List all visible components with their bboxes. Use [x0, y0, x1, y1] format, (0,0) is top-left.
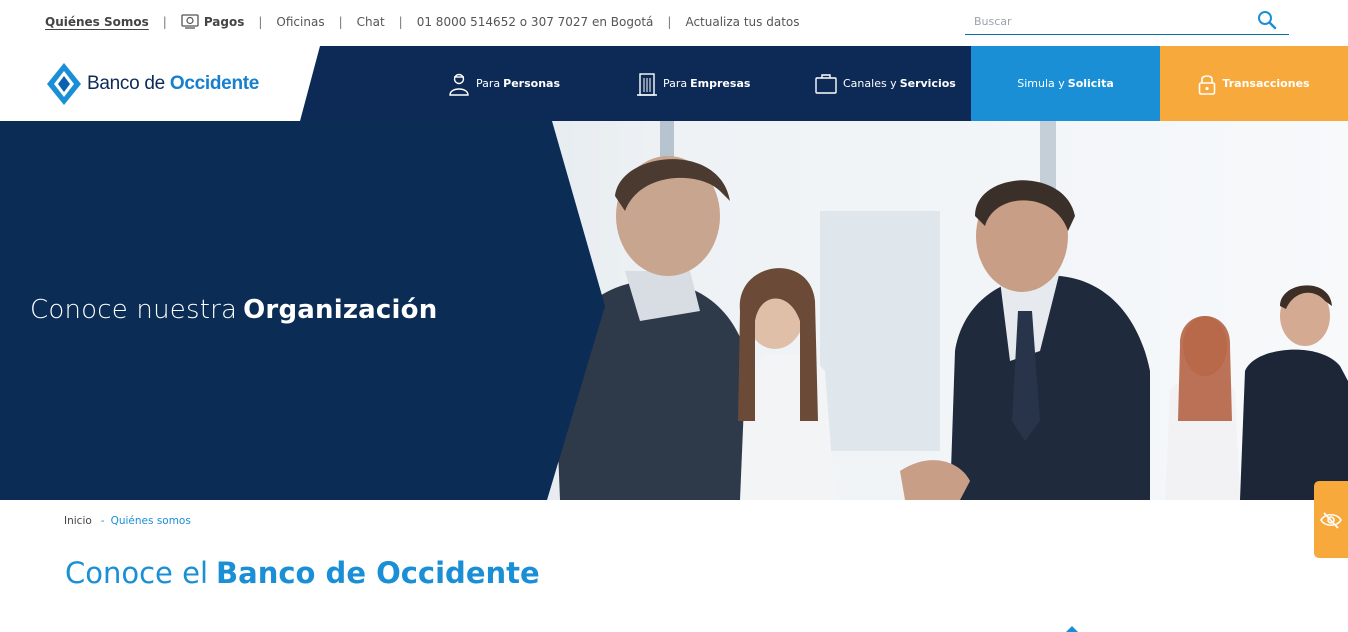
nav-transacciones[interactable]: Transacciones [1160, 46, 1348, 121]
nav-empresas-prefix: Para [663, 77, 688, 90]
logo-text: Banco de Occidente [87, 73, 259, 95]
nav-canales-servicios[interactable]: Canales y Servicios [815, 46, 956, 121]
hero-title: Conoce nuestra Organización [30, 295, 437, 325]
breadcrumb-separator: - [100, 515, 105, 527]
page-title-bold: Banco de Occidente [216, 556, 540, 590]
breadcrumb-current: Quiénes somos [110, 515, 191, 527]
search-input[interactable] [965, 8, 1245, 34]
link-actualiza-datos[interactable]: Actualiza tus datos [685, 15, 799, 29]
nav-canales-bold: Servicios [899, 77, 956, 90]
nav-canales-prefix: Canales y [843, 77, 897, 90]
nav-simula-solicita[interactable]: Simula y Solicita [971, 46, 1160, 121]
separator: | [398, 15, 403, 29]
bank-logo[interactable]: Banco de Occidente [47, 63, 259, 105]
accessibility-tab[interactable] [1314, 481, 1348, 558]
lock-icon [1199, 74, 1216, 95]
eye-slash-icon [1320, 511, 1342, 529]
payment-icon [181, 14, 199, 29]
logo-mark-icon [47, 63, 81, 105]
nav-para-personas[interactable]: Para Personas [448, 46, 560, 121]
nav-empresas-bold: Empresas [690, 77, 751, 90]
hero-title-light: Conoce nuestra [30, 295, 238, 325]
separator: | [258, 15, 263, 29]
top-utility-bar: Quiénes Somos | Pagos | Oficinas | Chat … [0, 0, 1348, 46]
search-icon[interactable] [1257, 10, 1277, 30]
page-title: Conoce el Banco de Occidente [65, 556, 540, 590]
link-telefono[interactable]: 01 8000 514652 o 307 7027 en Bogotá [417, 15, 654, 29]
logo-text-part1: Banco de [87, 73, 170, 94]
link-oficinas[interactable]: Oficinas [276, 15, 324, 29]
separator: | [667, 15, 672, 29]
search-box [965, 8, 1289, 35]
link-chat[interactable]: Chat [357, 15, 385, 29]
nav-para-empresas[interactable]: Para Empresas [637, 46, 750, 121]
top-links: Quiénes Somos | Pagos | Oficinas | Chat … [45, 14, 800, 30]
logo-text-part2: Occidente [169, 73, 260, 94]
nav-simula-bold: Solicita [1067, 77, 1114, 90]
link-pagos-label: Pagos [203, 15, 245, 29]
link-pagos[interactable]: Pagos [181, 14, 245, 30]
scroll-marker [1066, 626, 1078, 632]
nav-simula-prefix: Simula y [1017, 77, 1065, 90]
separator: | [338, 15, 343, 29]
nav-personas-prefix: Para [476, 77, 501, 90]
hero-banner: Conoce nuestra Organización [0, 121, 1348, 500]
hero-title-bold: Organización [243, 295, 438, 325]
page-title-light: Conoce el [65, 556, 209, 590]
link-quienes-somos[interactable]: Quiénes Somos [45, 15, 149, 29]
building-icon [637, 72, 657, 96]
nav-transacciones-label: Transacciones [1222, 77, 1310, 90]
breadcrumb-home[interactable]: Inicio [64, 515, 92, 527]
main-navigation: Banco de Occidente Para Personas Para Empr… [0, 46, 1348, 121]
person-icon [449, 73, 469, 96]
breadcrumb: Inicio - Quiénes somos [64, 515, 191, 527]
briefcase-icon [815, 73, 837, 94]
separator: | [162, 15, 167, 29]
nav-personas-bold: Personas [503, 77, 561, 90]
